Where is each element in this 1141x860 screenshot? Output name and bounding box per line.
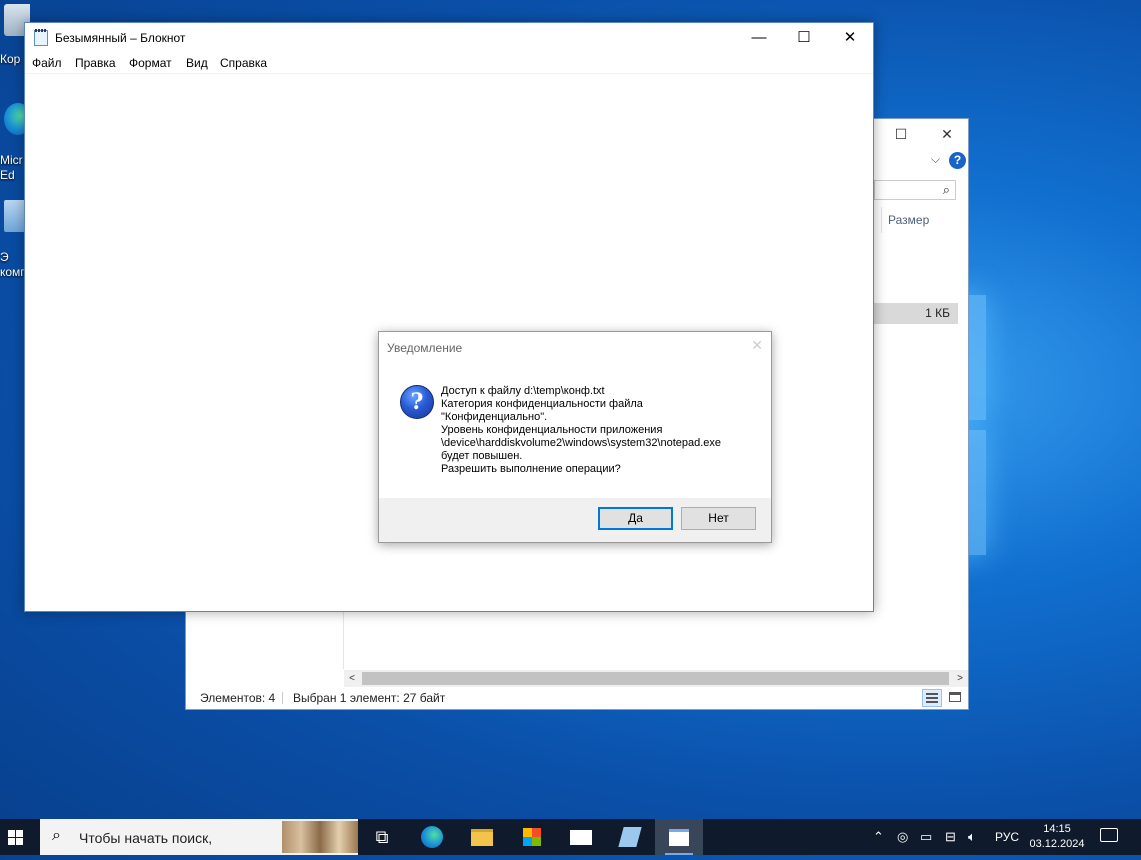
- dialog-message: Доступ к файлу d:\temp\конф.txt Категори…: [441, 385, 761, 476]
- details-view-button[interactable]: [922, 689, 942, 707]
- store-taskbar-button[interactable]: [508, 819, 556, 855]
- store-icon: [523, 828, 541, 846]
- windows-logo-icon: [8, 830, 15, 837]
- explorer-search-input[interactable]: ⌕: [874, 180, 956, 200]
- message-line: Доступ к файлу d:\temp\конф.txt: [441, 385, 605, 397]
- edge-icon: [421, 826, 443, 848]
- close-button[interactable]: ✕: [924, 119, 970, 149]
- start-button[interactable]: [0, 819, 40, 855]
- volume-icon[interactable]: 🔈︎: [968, 819, 976, 855]
- status-bar: Элементов: 4 Выбран 1 элемент: 27 байт: [186, 687, 968, 709]
- scroll-right-arrow-icon[interactable]: >: [952, 670, 968, 687]
- notification-dialog[interactable]: Уведомление ✕ ? Доступ к файлу d:\temp\к…: [378, 331, 772, 543]
- language-indicator[interactable]: РУС: [995, 819, 1019, 855]
- battery-icon[interactable]: ▭: [920, 819, 932, 855]
- question-icon: ?: [400, 385, 434, 419]
- search-icon: ⌕: [942, 182, 950, 197]
- notepad-app-icon: [34, 29, 48, 46]
- message-line: Разрешить выполнение операции?: [441, 463, 621, 475]
- show-hidden-icons-chevron-icon[interactable]: ⌃: [873, 819, 884, 855]
- message-line: Категория конфиденциальности файла: [441, 398, 643, 410]
- menu-edit[interactable]: Правка: [75, 56, 116, 70]
- dialog-title: Уведомление: [387, 341, 463, 355]
- menu-view[interactable]: Вид: [186, 56, 208, 70]
- expand-ribbon-chevron-icon[interactable]: ⌵: [931, 152, 940, 167]
- yes-button[interactable]: Да: [598, 507, 673, 530]
- notepad-pinned-taskbar-button[interactable]: [606, 819, 654, 855]
- nav-pane-divider: [343, 609, 344, 669]
- maximize-button[interactable]: ☐: [878, 119, 924, 149]
- mail-icon: [570, 830, 592, 845]
- network-icon[interactable]: ⊟: [945, 819, 956, 855]
- message-line: будет повышен.: [441, 450, 523, 462]
- status-separator: [282, 692, 283, 704]
- no-button[interactable]: Нет: [681, 507, 756, 530]
- maximize-button[interactable]: ☐: [781, 23, 827, 53]
- large-icons-view-button[interactable]: [946, 689, 964, 707]
- search-icon: ⌕: [52, 827, 61, 844]
- menu-format[interactable]: Формат: [129, 56, 172, 70]
- large-icons-view-icon: [949, 692, 961, 702]
- mail-taskbar-button[interactable]: [557, 819, 605, 855]
- notifications-icon[interactable]: [1100, 828, 1118, 842]
- status-item-count: Элементов: 4: [200, 691, 276, 705]
- windows-logo-icon-part: [8, 838, 15, 845]
- dialog-close-icon[interactable]: ✕: [751, 337, 763, 354]
- menu-bar: Файл Правка Формат Вид Справка: [25, 53, 873, 74]
- minimize-button[interactable]: —: [736, 23, 782, 53]
- windows-logo-icon-part: [16, 838, 23, 845]
- message-line: Уровень конфиденциальности приложения: [441, 424, 663, 436]
- window-title: Безымянный – Блокнот: [55, 31, 186, 45]
- scrollbar-thumb[interactable]: [362, 672, 949, 685]
- notepad-icon: [618, 827, 642, 847]
- search-placeholder: Чтобы начать поиск,: [79, 830, 213, 846]
- message-line: "Конфиденциально".: [441, 411, 548, 423]
- menu-file[interactable]: Файл: [32, 56, 62, 70]
- taskbar: ⌕ Чтобы начать поиск, ⧉ ⌃ ◎ ▭ ⊟ 🔈︎ РУС 1…: [0, 819, 1141, 855]
- system-clock[interactable]: 14:15 03.12.2024: [1028, 822, 1086, 852]
- folder-icon: [471, 829, 493, 846]
- clock-time: 14:15: [1043, 823, 1071, 835]
- notepad-running-taskbar-button[interactable]: [655, 819, 703, 855]
- notepad-window-icon: [669, 829, 689, 846]
- close-button[interactable]: ✕: [827, 23, 873, 53]
- column-header-size[interactable]: Размер: [881, 207, 961, 233]
- scroll-left-arrow-icon[interactable]: <: [344, 670, 360, 687]
- status-selection: Выбран 1 элемент: 27 байт: [293, 691, 446, 705]
- details-view-icon: [926, 693, 938, 703]
- message-line: \device\harddiskvolume2\windows\system32…: [441, 437, 722, 449]
- task-view-icon[interactable]: ⧉: [358, 819, 406, 855]
- horizontal-scrollbar[interactable]: < >: [344, 670, 968, 687]
- file-explorer-taskbar-button[interactable]: [458, 819, 506, 855]
- taskbar-search-box[interactable]: ⌕ Чтобы начать поиск,: [40, 819, 358, 855]
- menu-help[interactable]: Справка: [220, 56, 267, 70]
- security-tray-icon[interactable]: ◎: [897, 819, 908, 855]
- help-icon[interactable]: ?: [949, 152, 966, 169]
- selected-file-row-size[interactable]: 1 КБ: [874, 303, 958, 324]
- windows-logo-icon-part: [16, 830, 23, 837]
- edge-taskbar-button[interactable]: [408, 819, 456, 855]
- notepad-titlebar[interactable]: Безымянный – Блокнот — ☐ ✕: [25, 23, 873, 53]
- dialog-button-bar: Да Нет: [379, 498, 771, 542]
- clock-date: 03.12.2024: [1029, 838, 1085, 850]
- search-highlight-image[interactable]: [282, 821, 358, 853]
